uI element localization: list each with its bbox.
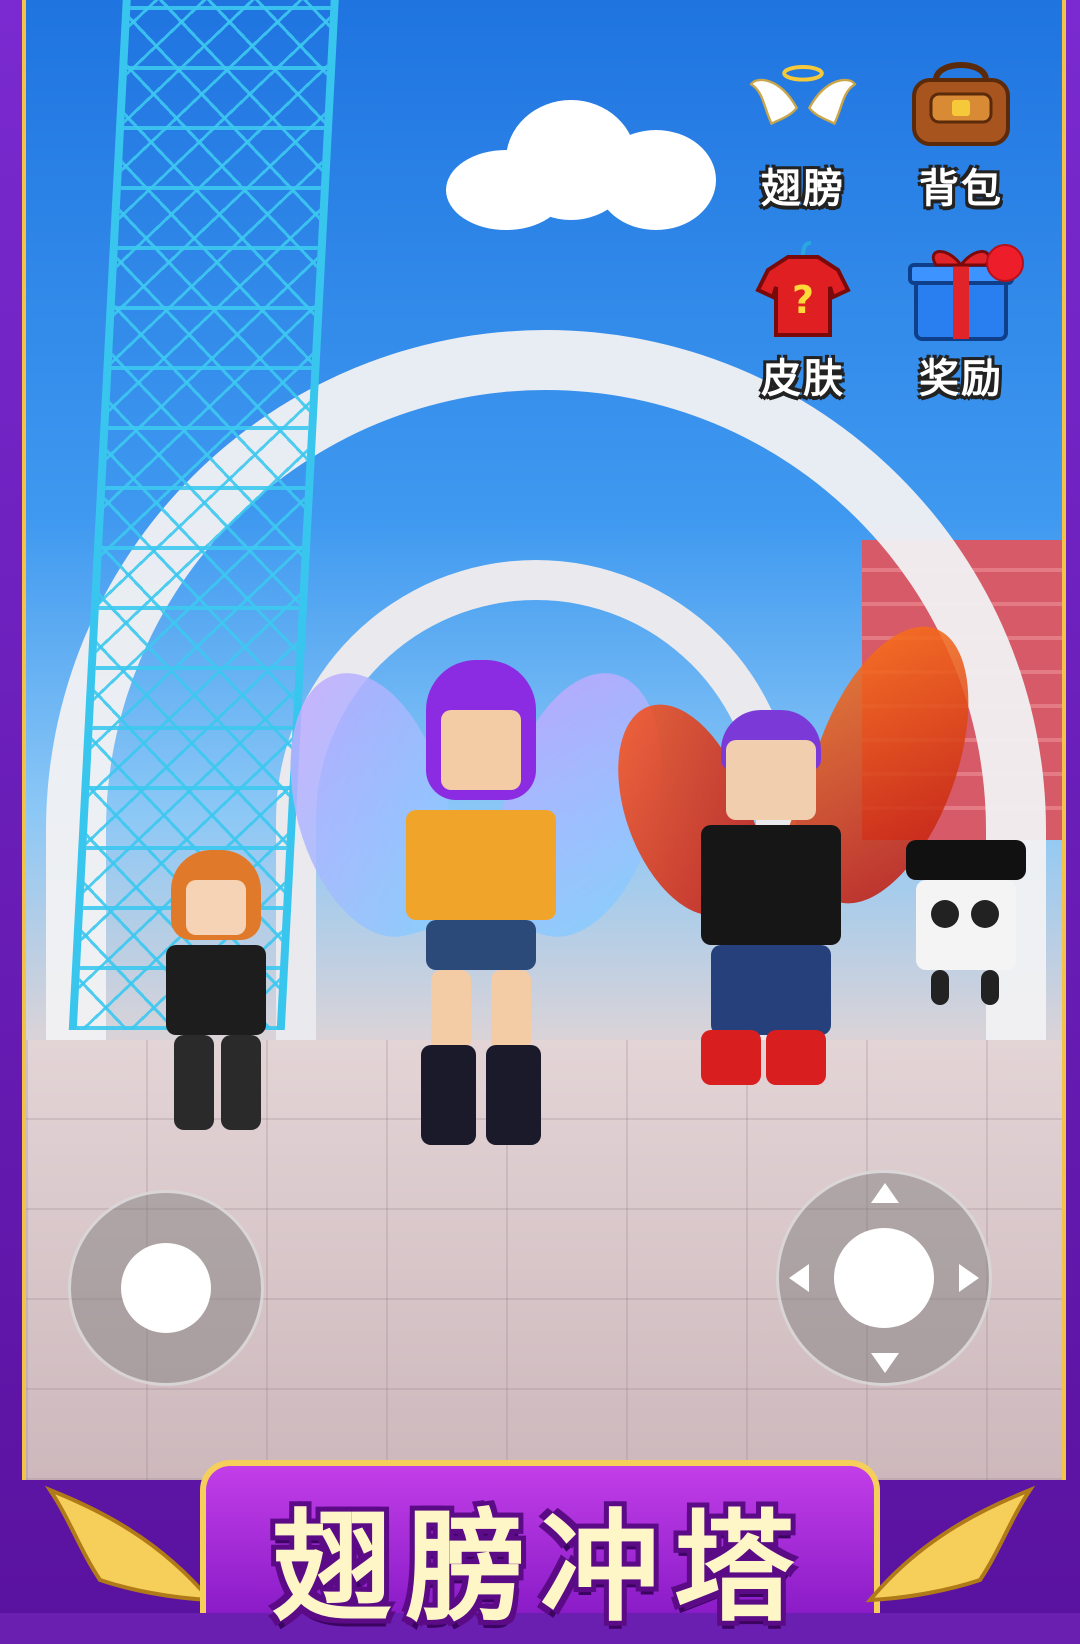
title-banner: 翅膀冲塔 [0, 1460, 1080, 1638]
arrow-right-icon [959, 1264, 979, 1292]
box-robot-npc [906, 840, 1026, 1010]
wings-button[interactable]: 翅膀 [728, 50, 878, 214]
backpack-button[interactable]: 背包 [886, 50, 1036, 214]
svg-text:?: ? [792, 278, 814, 322]
wings-label: 翅膀 [761, 166, 845, 212]
movement-joystick-knob[interactable] [121, 1243, 211, 1333]
game-viewport[interactable]: 翅膀 背包 ? 皮肤 奖励 [22, 0, 1066, 1480]
reward-notification-dot [986, 244, 1024, 282]
movement-joystick[interactable] [68, 1190, 264, 1386]
camera-joystick-knob[interactable] [834, 1228, 934, 1328]
arrow-down-icon [871, 1353, 899, 1373]
gift-box-icon [906, 240, 1024, 341]
backpack-icon [906, 50, 1016, 150]
arrow-left-icon [789, 1264, 809, 1292]
right-gold-wing-icon [865, 1485, 1036, 1603]
shirt-question-icon: ? [748, 240, 858, 340]
cloud [446, 90, 726, 240]
reward-label: 奖励 [919, 356, 1003, 402]
backpack-label: 背包 [919, 166, 1003, 212]
game-title: 翅膀冲塔 [272, 1499, 808, 1638]
skin-label: 皮肤 [761, 356, 845, 402]
purple-hair-girl-character [263, 650, 689, 1150]
camera-joystick[interactable] [776, 1170, 992, 1386]
left-gold-wing-icon [44, 1485, 215, 1603]
fox-hat-kid-character [136, 850, 306, 1140]
angel-wings-halo-icon [748, 50, 858, 150]
reward-button[interactable]: 奖励 [886, 240, 1036, 404]
arrow-up-icon [871, 1183, 899, 1203]
skin-button[interactable]: ? 皮肤 [728, 240, 878, 404]
